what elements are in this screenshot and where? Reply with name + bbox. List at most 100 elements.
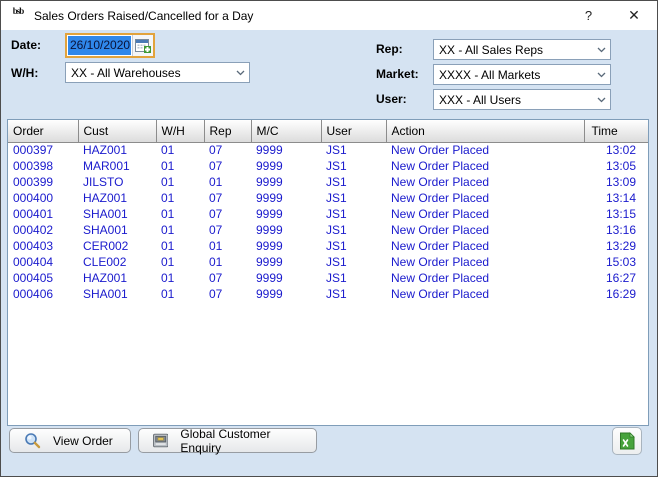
cell-user: JS1	[321, 222, 386, 238]
cell-time: 16:27	[584, 270, 648, 286]
column-header-rep[interactable]: Rep	[204, 120, 251, 142]
user-label: User:	[376, 92, 407, 106]
cell-time: 13:02	[584, 142, 648, 158]
column-header-time[interactable]: Time	[584, 120, 648, 142]
title-bar: bsb Sales Orders Raised/Cancelled for a …	[1, 1, 657, 30]
cell-time: 13:15	[584, 206, 648, 222]
dialog-body: Date: 26/10/2020 W/H: XX -	[1, 30, 657, 476]
cell-user: JS1	[321, 174, 386, 190]
cell-m-c: 9999	[251, 142, 321, 158]
chevron-down-icon	[592, 97, 610, 103]
column-header-user[interactable]: User	[321, 120, 386, 142]
cell-time: 13:05	[584, 158, 648, 174]
cell-order: 000405	[8, 270, 78, 286]
table-row[interactable]: 000402SHA00101079999JS1New Order Placed1…	[8, 222, 648, 238]
header-row: OrderCustW/HRepM/CUserActionTime	[8, 120, 648, 142]
cell-action: New Order Placed	[386, 254, 584, 270]
cell-time: 16:29	[584, 286, 648, 302]
cell-rep: 01	[204, 238, 251, 254]
date-field-group: 26/10/2020	[65, 33, 155, 58]
column-header-action[interactable]: Action	[386, 120, 584, 142]
cell-user: JS1	[321, 142, 386, 158]
help-button[interactable]: ?	[566, 1, 611, 30]
export-to-excel-button[interactable]	[612, 427, 642, 455]
date-label: Date:	[11, 38, 41, 52]
cell-w-h: 01	[156, 270, 204, 286]
cell-cust: CER002	[78, 238, 156, 254]
date-input[interactable]: 26/10/2020	[68, 36, 131, 55]
cell-user: JS1	[321, 206, 386, 222]
user-dropdown[interactable]: XXX - All Users	[433, 89, 611, 110]
chevron-down-icon	[231, 70, 249, 76]
sales-orders-dialog: bsb Sales Orders Raised/Cancelled for a …	[0, 0, 658, 477]
cell-time: 13:14	[584, 190, 648, 206]
table-row[interactable]: 000400HAZ00101079999JS1New Order Placed1…	[8, 190, 648, 206]
warehouse-dropdown[interactable]: XX - All Warehouses	[65, 62, 250, 83]
cell-time: 13:16	[584, 222, 648, 238]
cell-w-h: 01	[156, 190, 204, 206]
cell-order: 000400	[8, 190, 78, 206]
cell-m-c: 9999	[251, 286, 321, 302]
cell-action: New Order Placed	[386, 270, 584, 286]
cell-w-h: 01	[156, 206, 204, 222]
cell-order: 000401	[8, 206, 78, 222]
cell-cust: SHA001	[78, 222, 156, 238]
close-button[interactable]: ✕	[611, 1, 657, 30]
cell-action: New Order Placed	[386, 238, 584, 254]
cell-m-c: 9999	[251, 270, 321, 286]
orders-table-header: OrderCustW/HRepM/CUserActionTime	[8, 120, 648, 142]
app-logo-icon: bsb	[8, 7, 28, 25]
table-row[interactable]: 000404CLE00201019999JS1New Order Placed1…	[8, 254, 648, 270]
drawer-icon	[153, 433, 168, 448]
cell-rep: 07	[204, 222, 251, 238]
cell-w-h: 01	[156, 286, 204, 302]
column-header-cust[interactable]: Cust	[78, 120, 156, 142]
table-row[interactable]: 000401SHA00101079999JS1New Order Placed1…	[8, 206, 648, 222]
cell-m-c: 9999	[251, 190, 321, 206]
date-picker-button[interactable]	[132, 35, 153, 56]
cell-rep: 07	[204, 270, 251, 286]
cell-order: 000404	[8, 254, 78, 270]
warehouse-dropdown-value: XX - All Warehouses	[71, 66, 231, 80]
cell-m-c: 9999	[251, 254, 321, 270]
cell-action: New Order Placed	[386, 190, 584, 206]
cell-action: New Order Placed	[386, 206, 584, 222]
cell-cust: MAR001	[78, 158, 156, 174]
table-row[interactable]: 000397HAZ00101079999JS1New Order Placed1…	[8, 142, 648, 158]
cell-user: JS1	[321, 254, 386, 270]
cell-m-c: 9999	[251, 238, 321, 254]
cell-rep: 01	[204, 254, 251, 270]
market-dropdown[interactable]: XXXX - All Markets	[433, 64, 611, 85]
table-row[interactable]: 000406SHA00101079999JS1New Order Placed1…	[8, 286, 648, 302]
table-row[interactable]: 000399JILSTO01019999JS1New Order Placed1…	[8, 174, 648, 190]
cell-order: 000403	[8, 238, 78, 254]
view-order-button[interactable]: View Order	[9, 428, 131, 453]
column-header-w-h[interactable]: W/H	[156, 120, 204, 142]
rep-label: Rep:	[376, 42, 403, 56]
cell-rep: 07	[204, 142, 251, 158]
chevron-down-icon	[592, 47, 610, 53]
table-row[interactable]: 000405HAZ00101079999JS1New Order Placed1…	[8, 270, 648, 286]
column-header-m-c[interactable]: M/C	[251, 120, 321, 142]
rep-dropdown-value: XX - All Sales Reps	[439, 43, 592, 57]
cell-w-h: 01	[156, 142, 204, 158]
warehouse-label: W/H:	[11, 66, 38, 80]
cell-cust: CLE002	[78, 254, 156, 270]
cell-rep: 07	[204, 158, 251, 174]
column-header-order[interactable]: Order	[8, 120, 78, 142]
cell-user: JS1	[321, 190, 386, 206]
cell-rep: 07	[204, 206, 251, 222]
cell-rep: 01	[204, 174, 251, 190]
cell-cust: HAZ001	[78, 190, 156, 206]
table-row[interactable]: 000403CER00201019999JS1New Order Placed1…	[8, 238, 648, 254]
cell-w-h: 01	[156, 222, 204, 238]
global-customer-enquiry-button[interactable]: Global Customer Enquiry	[138, 428, 317, 453]
rep-dropdown[interactable]: XX - All Sales Reps	[433, 39, 611, 60]
cell-time: 15:03	[584, 254, 648, 270]
cell-action: New Order Placed	[386, 174, 584, 190]
orders-table: OrderCustW/HRepM/CUserActionTime 000397H…	[7, 119, 649, 426]
cell-cust: SHA001	[78, 206, 156, 222]
cell-user: JS1	[321, 286, 386, 302]
table-row[interactable]: 000398MAR00101079999JS1New Order Placed1…	[8, 158, 648, 174]
cell-order: 000402	[8, 222, 78, 238]
